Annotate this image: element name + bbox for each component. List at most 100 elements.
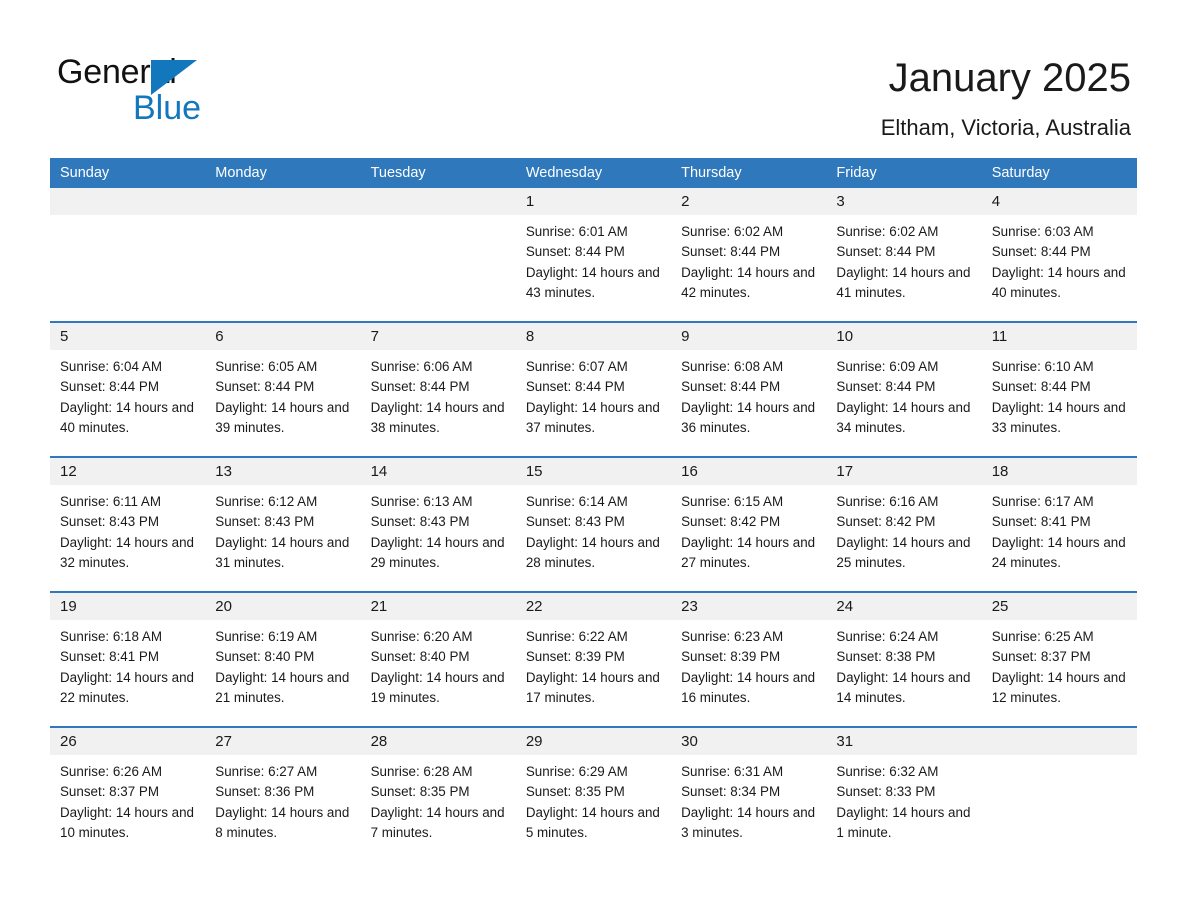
- sunset-text: Sunset: 8:36 PM: [215, 784, 315, 800]
- calendar-day-cell[interactable]: 15 Sunrise: 6:14 AM Sunset: 8:43 PM Dayligh…: [515, 458, 672, 591]
- sunset-text: Sunset: 8:42 PM: [836, 514, 936, 530]
- calendar-day-cell[interactable]: 21 Sunrise: 6:20 AM Sunset: 8:40 PM Dayligh…: [360, 593, 516, 726]
- calendar-day-cell[interactable]: 30 Sunrise: 6:31 AM Sunset: 8:34 PM Dayligh…: [671, 728, 827, 861]
- calendar-day-cell[interactable]: 3 Sunrise: 6:02 AM Sunset: 8:44 PM Daylight…: [826, 188, 982, 321]
- sunset-text: Sunset: 8:43 PM: [525, 514, 625, 530]
- calendar-day-cell[interactable]: 8 Sunrise: 6:07 AM Sunset: 8:44 PM Daylight…: [515, 323, 672, 456]
- weekday-header-saturday: Saturday: [991, 165, 1050, 181]
- calendar-day-cell[interactable]: 7 Sunrise: 6:06 AM Sunset: 8:44 PM Daylight…: [360, 323, 516, 456]
- day-sun-info: Sunrise: 6:23 AM Sunset: 8:39 PM Daylight:…: [671, 620, 826, 708]
- calendar-day-cell[interactable]: 9 Sunrise: 6:08 AM Sunset: 8:44 PM Daylight…: [671, 323, 827, 456]
- calendar-day-cell[interactable]: 20 Sunrise: 6:19 AM Sunset: 8:40 PM Dayligh…: [205, 593, 361, 726]
- weekday-header-thursday: Thursday: [681, 165, 742, 181]
- sunset-text: Sunset: 8:41 PM: [60, 649, 159, 665]
- sunset-text: Sunset: 8:44 PM: [60, 379, 159, 395]
- sunrise-text: Sunrise: 6:01 AM: [525, 224, 628, 239]
- calendar-day-cell[interactable]: 11 Sunrise: 6:10 AM Sunset: 8:44 PM Dayligh…: [981, 323, 1137, 456]
- day-sun-info: Sunrise: 6:24 AM Sunset: 8:38 PM Daylight:…: [826, 620, 981, 708]
- sunrise-text: Sunrise: 6:13 AM: [370, 494, 473, 509]
- day-number: 8: [515, 323, 672, 350]
- daylight-text: Daylight: 14 hours and 34 minutes.: [836, 399, 971, 435]
- calendar-day-cell[interactable]: 19 Sunrise: 6:18 AM Sunset: 8:41 PM Dayligh…: [50, 593, 206, 726]
- daylight-text: Daylight: 14 hours and 16 minutes.: [681, 669, 816, 705]
- day-sun-info: Sunrise: 6:07 AM Sunset: 8:44 PM Daylight:…: [516, 350, 671, 438]
- calendar-week-row: 5 Sunrise: 6:04 AM Sunset: 8:44 PM Daylight…: [50, 321, 1137, 456]
- daylight-text: Daylight: 14 hours and 40 minutes.: [60, 399, 194, 435]
- calendar-day-cell[interactable]: 28 Sunrise: 6:28 AM Sunset: 8:35 PM Dayligh…: [360, 728, 516, 861]
- sunrise-text: Sunrise: 6:03 AM: [991, 224, 1094, 239]
- sunset-text: Sunset: 8:43 PM: [370, 514, 470, 530]
- day-number: 5: [50, 323, 206, 350]
- calendar-week-row: 12 Sunrise: 6:11 AM Sunset: 8:43 PM Dayligh…: [50, 456, 1137, 591]
- day-sun-info: Sunrise: 6:01 AM Sunset: 8:44 PM Daylight:…: [516, 215, 671, 303]
- day-number: 23: [671, 593, 827, 620]
- calendar-day-cell[interactable]: 13 Sunrise: 6:12 AM Sunset: 8:43 PM Dayligh…: [205, 458, 361, 591]
- day-number: 28: [360, 728, 516, 755]
- sunrise-text: Sunrise: 6:19 AM: [215, 629, 318, 644]
- day-sun-info: Sunrise: 6:03 AM Sunset: 8:44 PM Daylight:…: [982, 215, 1137, 303]
- day-number: [205, 188, 361, 215]
- calendar-day-cell[interactable]: 18 Sunrise: 6:17 AM Sunset: 8:41 PM Dayligh…: [981, 458, 1137, 591]
- day-number: 30: [671, 728, 827, 755]
- day-sun-info: Sunrise: 6:09 AM Sunset: 8:44 PM Daylight:…: [826, 350, 981, 438]
- sunrise-text: Sunrise: 6:23 AM: [681, 629, 784, 644]
- day-number: 7: [360, 323, 516, 350]
- sunset-text: Sunset: 8:38 PM: [836, 649, 936, 665]
- day-sun-info: Sunrise: 6:17 AM Sunset: 8:41 PM Daylight:…: [982, 485, 1137, 573]
- day-number: 20: [205, 593, 361, 620]
- calendar-day-cell[interactable]: 10 Sunrise: 6:09 AM Sunset: 8:44 PM Dayligh…: [826, 323, 982, 456]
- day-sun-info: Sunrise: 6:10 AM Sunset: 8:44 PM Daylight:…: [982, 350, 1137, 438]
- calendar-day-cell[interactable]: 6 Sunrise: 6:05 AM Sunset: 8:44 PM Daylight…: [205, 323, 361, 456]
- sunset-text: Sunset: 8:41 PM: [991, 514, 1091, 530]
- calendar-week-row: 19 Sunrise: 6:18 AM Sunset: 8:41 PM Dayligh…: [50, 591, 1137, 726]
- sunset-text: Sunset: 8:39 PM: [525, 649, 625, 665]
- day-sun-info: Sunrise: 6:13 AM Sunset: 8:43 PM Daylight:…: [361, 485, 516, 573]
- calendar-day-cell[interactable]: 24 Sunrise: 6:24 AM Sunset: 8:38 PM Dayligh…: [826, 593, 982, 726]
- day-sun-info: Sunrise: 6:14 AM Sunset: 8:43 PM Daylight:…: [516, 485, 671, 573]
- daylight-text: Daylight: 14 hours and 31 minutes.: [215, 534, 350, 570]
- day-sun-info: Sunrise: 6:29 AM Sunset: 8:35 PM Daylight:…: [516, 755, 671, 843]
- sunrise-text: Sunrise: 6:28 AM: [370, 764, 473, 779]
- calendar-day-cell-empty: [360, 188, 516, 321]
- calendar-day-cell[interactable]: 1 Sunrise: 6:01 AM Sunset: 8:44 PM Daylight…: [515, 188, 672, 321]
- calendar-day-cell[interactable]: 26 Sunrise: 6:26 AM Sunset: 8:37 PM Dayligh…: [50, 728, 206, 861]
- day-sun-info: Sunrise: 6:22 AM Sunset: 8:39 PM Daylight:…: [516, 620, 671, 708]
- generalblue-logo[interactable]: General Blue: [57, 52, 357, 132]
- calendar-day-cell[interactable]: 5 Sunrise: 6:04 AM Sunset: 8:44 PM Daylight…: [50, 323, 206, 456]
- day-sun-info: Sunrise: 6:05 AM Sunset: 8:44 PM Daylight:…: [205, 350, 360, 438]
- calendar-day-cell[interactable]: 12 Sunrise: 6:11 AM Sunset: 8:43 PM Dayligh…: [50, 458, 206, 591]
- daylight-text: Daylight: 14 hours and 39 minutes.: [215, 399, 350, 435]
- calendar-day-cell[interactable]: 29 Sunrise: 6:29 AM Sunset: 8:35 PM Dayligh…: [515, 728, 672, 861]
- calendar-day-cell[interactable]: 14 Sunrise: 6:13 AM Sunset: 8:43 PM Dayligh…: [360, 458, 516, 591]
- calendar-day-cell[interactable]: 22 Sunrise: 6:22 AM Sunset: 8:39 PM Dayligh…: [515, 593, 672, 726]
- daylight-text: Daylight: 14 hours and 33 minutes.: [991, 399, 1126, 435]
- sunset-text: Sunset: 8:44 PM: [836, 379, 936, 395]
- day-sun-info: Sunrise: 6:06 AM Sunset: 8:44 PM Daylight:…: [361, 350, 516, 438]
- calendar-day-cell[interactable]: 17 Sunrise: 6:16 AM Sunset: 8:42 PM Dayligh…: [826, 458, 982, 591]
- calendar-day-cell[interactable]: 2 Sunrise: 6:02 AM Sunset: 8:44 PM Daylight…: [671, 188, 827, 321]
- day-sun-info: Sunrise: 6:16 AM Sunset: 8:42 PM Daylight:…: [826, 485, 981, 573]
- daylight-text: Daylight: 14 hours and 25 minutes.: [836, 534, 971, 570]
- day-number: 17: [826, 458, 982, 485]
- sunset-text: Sunset: 8:44 PM: [370, 379, 470, 395]
- calendar-day-cell[interactable]: 27 Sunrise: 6:27 AM Sunset: 8:36 PM Dayligh…: [205, 728, 361, 861]
- calendar-day-cell[interactable]: 4 Sunrise: 6:03 AM Sunset: 8:44 PM Daylight…: [981, 188, 1137, 321]
- sunset-text: Sunset: 8:40 PM: [215, 649, 315, 665]
- calendar-day-cell-empty: [205, 188, 361, 321]
- day-number: 24: [826, 593, 982, 620]
- weekday-header-friday: Friday: [836, 165, 877, 181]
- sunset-text: Sunset: 8:42 PM: [681, 514, 781, 530]
- calendar-day-cell[interactable]: 25 Sunrise: 6:25 AM Sunset: 8:37 PM Dayligh…: [981, 593, 1137, 726]
- calendar-page: General Blue January 2025 Eltham, Victor…: [0, 0, 1188, 918]
- daylight-text: Daylight: 14 hours and 36 minutes.: [681, 399, 816, 435]
- sunrise-text: Sunrise: 6:11 AM: [60, 494, 161, 509]
- calendar-day-cell[interactable]: 31 Sunrise: 6:32 AM Sunset: 8:33 PM Dayligh…: [826, 728, 982, 861]
- day-number: 19: [50, 593, 206, 620]
- calendar-day-cell[interactable]: 16 Sunrise: 6:15 AM Sunset: 8:42 PM Dayligh…: [671, 458, 827, 591]
- day-number: 15: [515, 458, 672, 485]
- sunset-text: Sunset: 8:33 PM: [836, 784, 936, 800]
- logo-text-blue: Blue: [133, 89, 202, 127]
- calendar-day-cell[interactable]: 23 Sunrise: 6:23 AM Sunset: 8:39 PM Dayligh…: [671, 593, 827, 726]
- daylight-text: Daylight: 14 hours and 14 minutes.: [836, 669, 971, 705]
- daylight-text: Daylight: 14 hours and 7 minutes.: [370, 804, 505, 840]
